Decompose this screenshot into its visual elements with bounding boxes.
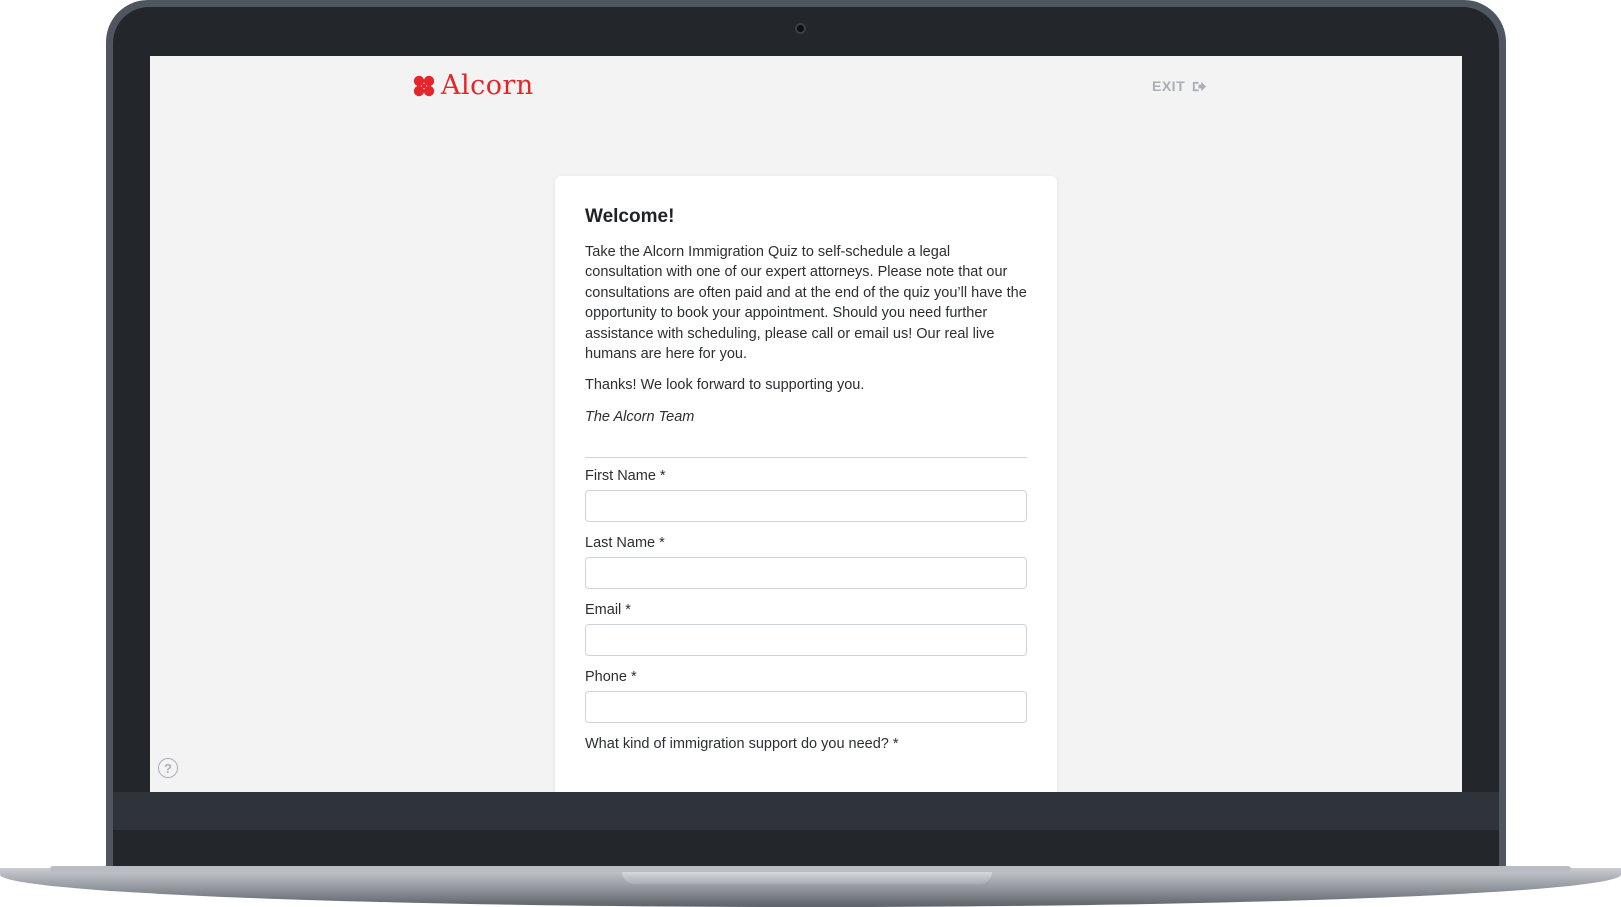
intro-text: Take the Alcorn Immigration Quiz to self…: [585, 244, 1027, 363]
app-screen: Alcorn EXIT Welcome! Take the Alcorn Imm…: [150, 56, 1462, 792]
exit-button[interactable]: EXIT: [1152, 78, 1207, 94]
last-name-input[interactable]: [585, 557, 1027, 590]
support-type-label: What kind of immigration support do you …: [585, 736, 899, 753]
card-title: Welcome!: [585, 206, 675, 227]
signature-text: The Alcorn Team: [585, 408, 695, 425]
laptop-notch: [622, 872, 992, 884]
alcorn-logo[interactable]: Alcorn: [413, 70, 534, 101]
help-glyph: ?: [164, 760, 172, 776]
phone-label: Phone *: [585, 669, 637, 686]
last-name-label: Last Name *: [585, 535, 665, 552]
email-input[interactable]: [585, 624, 1027, 657]
camera-icon: [795, 23, 806, 34]
help-circle-icon[interactable]: ?: [158, 758, 178, 778]
quiz-card: Welcome! Take the Alcorn Immigration Qui…: [555, 176, 1057, 792]
laptop-chin: [113, 792, 1499, 830]
divider: [585, 457, 1027, 459]
logo-text: Alcorn: [441, 70, 534, 101]
first-name-input[interactable]: [585, 490, 1027, 523]
exit-icon: [1193, 81, 1207, 91]
email-label: Email *: [585, 602, 631, 619]
exit-label: EXIT: [1152, 78, 1186, 94]
thanks-text: Thanks! We look forward to supporting yo…: [585, 377, 865, 394]
phone-input[interactable]: [585, 691, 1027, 724]
clover-logo-icon: [413, 75, 435, 96]
first-name-label: First Name *: [585, 468, 666, 485]
